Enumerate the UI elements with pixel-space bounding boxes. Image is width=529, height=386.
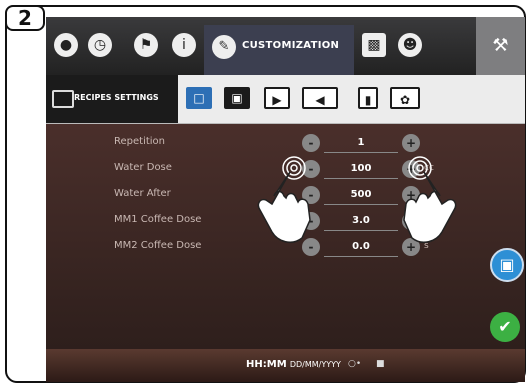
setting-row-repetition: Repetition - 1 + <box>46 132 525 154</box>
tab-customization[interactable]: ✎ CUSTOMIZATION <box>204 25 354 75</box>
setting-value: 3.0 <box>324 212 398 231</box>
time-text: HH:MM <box>246 359 287 370</box>
wifi-icon: ○• <box>348 359 362 369</box>
step-number: 2 <box>5 5 45 31</box>
decrease-button[interactable]: - <box>302 134 320 152</box>
screen-video-icon[interactable]: ▶ <box>264 87 290 109</box>
preview-button[interactable]: ▣ <box>490 248 524 282</box>
pencil-icon: ✎ <box>212 35 236 59</box>
speaker-icon[interactable]: ◀ <box>302 87 338 109</box>
status-bar: HH:MM DD/MM/YYYY ○• ■ <box>46 349 525 382</box>
clock-icon[interactable]: ◷ <box>88 33 112 57</box>
setting-value: 1 <box>324 134 398 153</box>
lock-icon: ■ <box>376 359 385 369</box>
left-hand-touch-icon <box>257 156 311 244</box>
setting-label: Water After <box>114 188 171 199</box>
increase-button[interactable]: + <box>402 134 420 152</box>
setting-label: Repetition <box>114 136 166 147</box>
setting-value: 500 <box>324 186 398 205</box>
flag-icon[interactable]: ⚑ <box>134 33 158 57</box>
setting-value: 100 <box>324 160 398 179</box>
top-menu-bar: ● ◷ ⚑ i ✎ CUSTOMIZATION ▩ ☻ ⚒ <box>46 17 525 75</box>
tab-customization-label: CUSTOMIZATION <box>242 40 340 51</box>
palette-icon[interactable]: ✿ <box>390 87 420 109</box>
tab-recipes-settings-label: RECIPES SETTINGS <box>74 93 159 102</box>
book-icon <box>52 90 74 108</box>
screen-image-icon[interactable]: ▣ <box>224 87 250 109</box>
recipe-settings-panel: Repetition - 1 + Water Dose - 100 + cc W… <box>46 124 525 349</box>
machine-screen: ● ◷ ⚑ i ✎ CUSTOMIZATION ▩ ☻ ⚒ RECIPES SE… <box>46 17 525 382</box>
cup-icon[interactable]: ▮ <box>358 87 378 109</box>
info-icon[interactable]: i <box>172 33 196 57</box>
display-icon[interactable]: ▩ <box>362 33 386 57</box>
setting-value: 0.0 <box>324 238 398 257</box>
date-text: DD/MM/YYYY <box>289 360 341 369</box>
recipe-book-icon[interactable]: □ <box>186 87 212 109</box>
setting-label: Water Dose <box>114 162 172 173</box>
submenu-bar: RECIPES SETTINGS □ ▣ ▶ ◀ ▮ ✿ <box>46 75 525 124</box>
right-hand-touch-icon <box>403 156 457 244</box>
water-drop-icon[interactable]: ● <box>54 33 78 57</box>
wrench-icon[interactable]: ⚒ <box>476 17 525 75</box>
setting-label: MM1 Coffee Dose <box>114 214 202 225</box>
tab-recipes-settings[interactable]: RECIPES SETTINGS <box>46 75 178 123</box>
setting-label: MM2 Coffee Dose <box>114 240 202 251</box>
confirm-button[interactable]: ✔ <box>490 312 520 342</box>
user-icon[interactable]: ☻ <box>398 33 422 57</box>
clock: HH:MM DD/MM/YYYY <box>246 359 341 370</box>
